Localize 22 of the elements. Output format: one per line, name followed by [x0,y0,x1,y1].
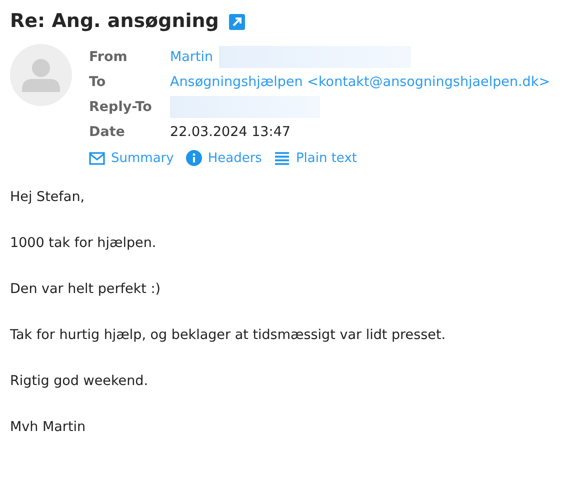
list-icon [274,150,290,166]
header-label: To [89,73,107,92]
header-link[interactable]: Ansøgningshjælpen <kontakt@ansogningshjaelpen.dk> [170,72,550,92]
external-link-icon[interactable] [228,14,245,30]
view-link[interactable]: Headers [208,150,262,166]
view-link[interactable]: Plain text [296,150,357,166]
header-label: From [89,48,128,67]
envelope-icon [89,152,105,164]
body-paragraph: Mvh Martin [10,418,87,437]
body-paragraph: 1000 tak for hjælpen. [10,234,158,253]
body-paragraph: Den var helt perfekt :) [10,280,162,299]
header-label: Date [89,123,126,142]
email-subject: Re: Ang. ansøgning [10,10,219,32]
body-paragraph: Rigtig god weekend. [10,372,150,391]
header-value: 22.03.2024 13:47 [170,123,290,142]
body-paragraph: Tak for hurtig hjælp, og beklager at tidsmæssigt var lidt presset. [10,326,447,345]
header-link[interactable]: Martin [170,47,214,67]
view-link[interactable]: Summary [111,150,174,166]
header-label: Reply-To [89,98,153,117]
body-paragraph: Hej Stefan, [10,188,86,207]
info-icon [186,150,202,166]
avatar-icon [10,44,72,106]
